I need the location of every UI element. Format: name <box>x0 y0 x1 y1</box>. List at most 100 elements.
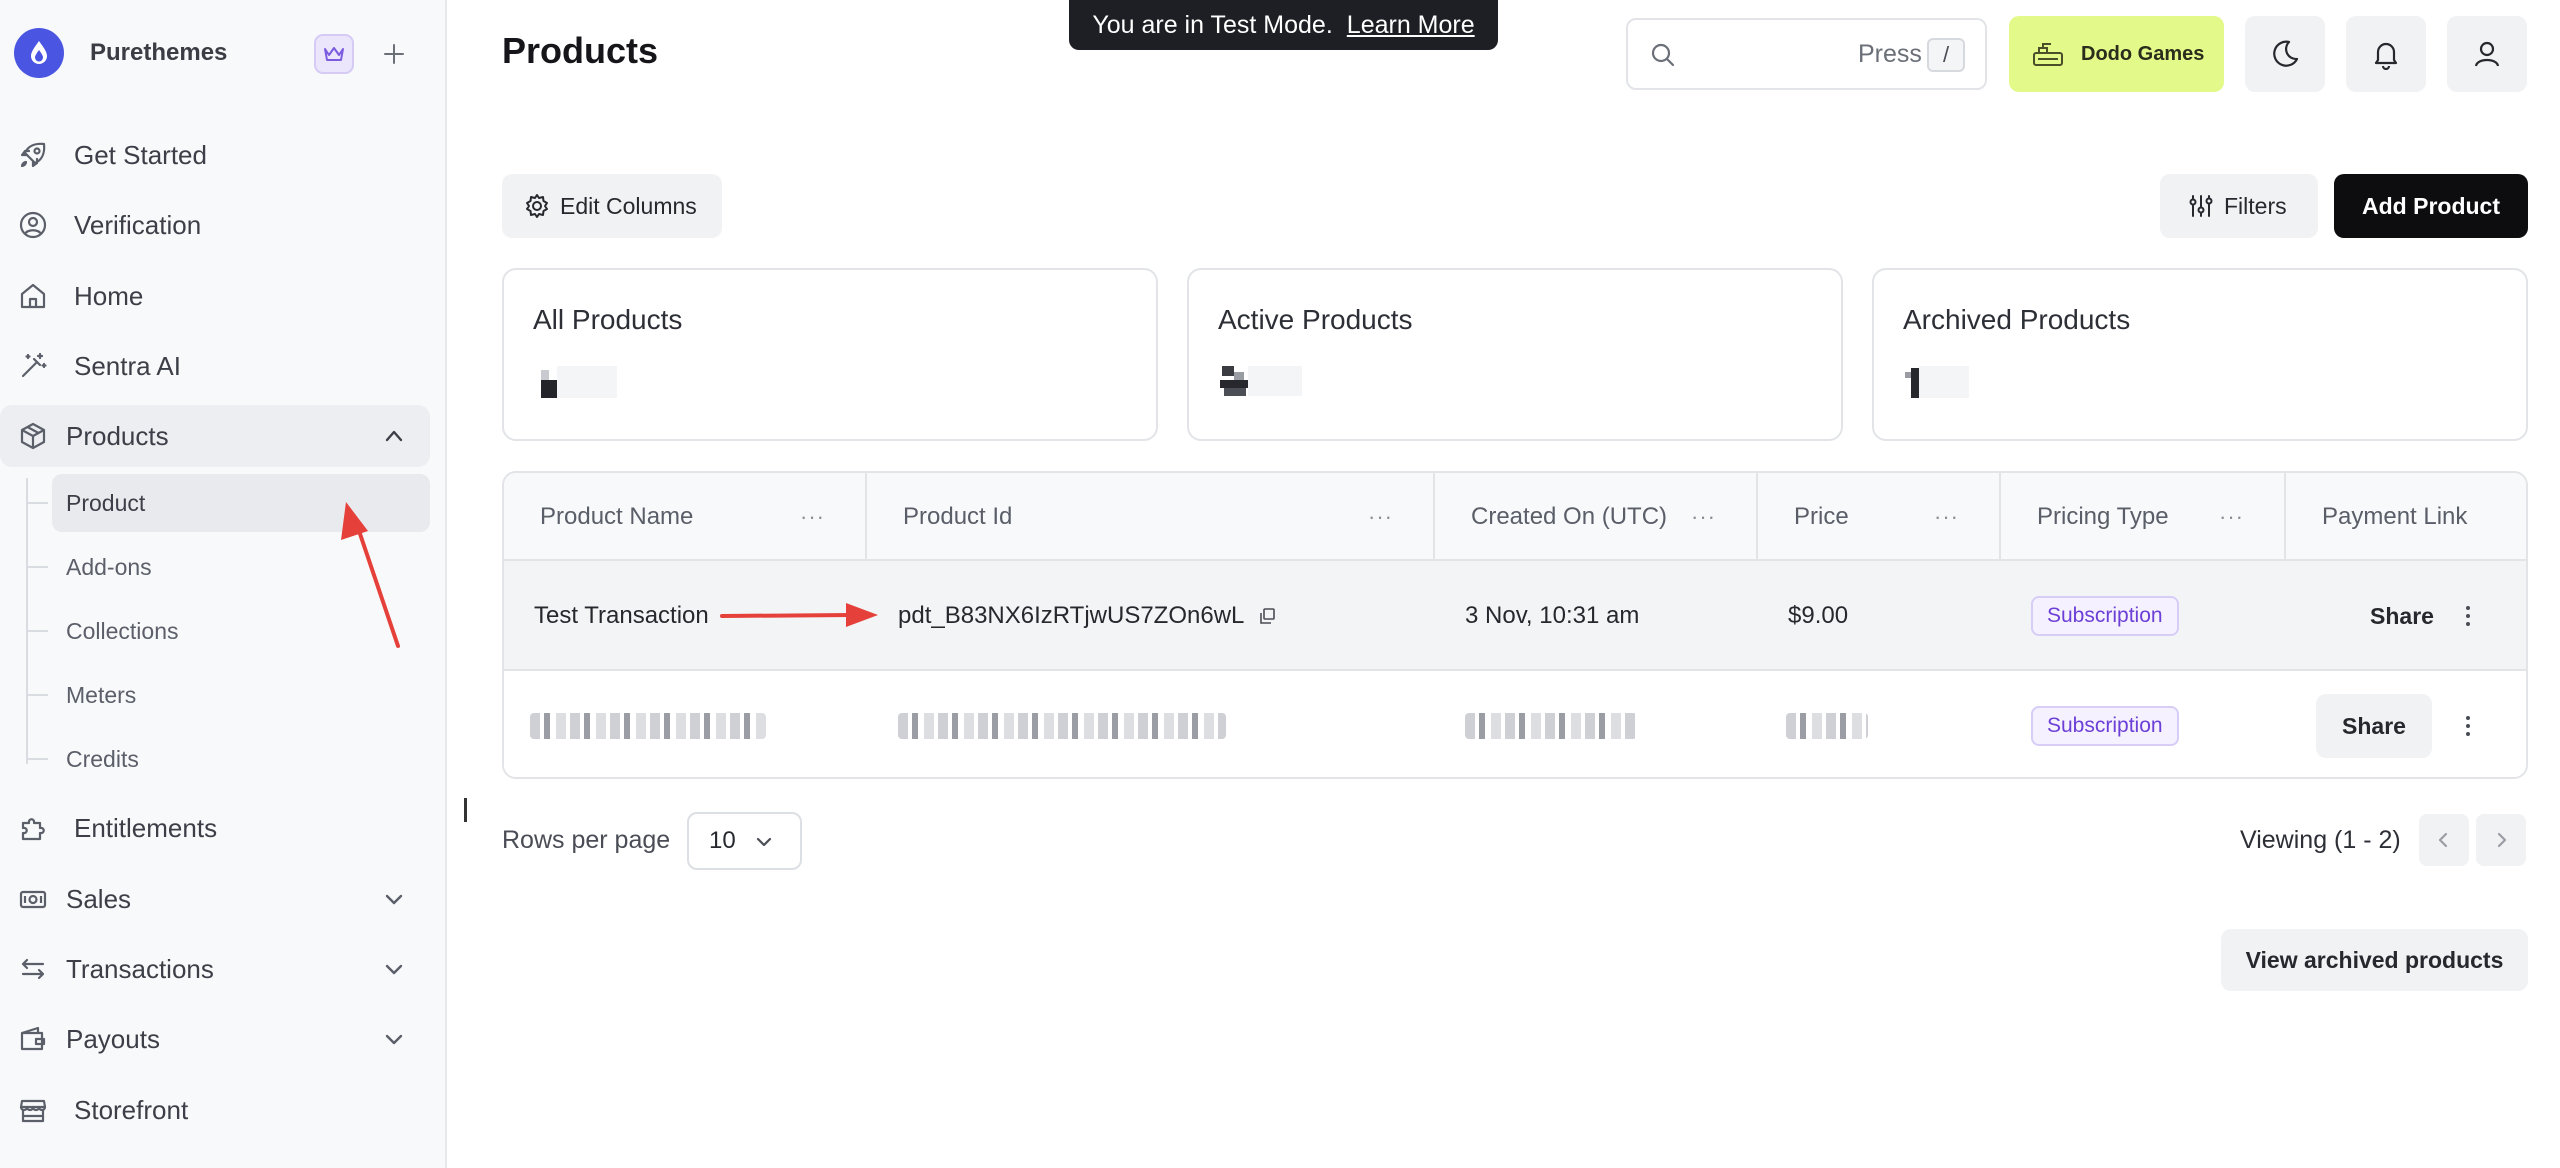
sidebar-item-get-started[interactable]: Get Started <box>0 124 430 186</box>
row-actions-icon[interactable] <box>2464 561 2472 671</box>
add-product-button[interactable]: Add Product <box>2334 174 2528 238</box>
column-header-price[interactable]: Price ··· <box>1758 473 2001 561</box>
summary-card-value-redacted <box>533 362 633 400</box>
sidebar-item-label: Get Started <box>74 139 207 170</box>
submenu-tick <box>26 694 48 696</box>
sidebar-subitem-label: Credits <box>66 745 139 772</box>
profile-button[interactable] <box>2447 16 2527 92</box>
workspace-switcher[interactable]: Purethemes <box>14 28 434 78</box>
column-header-created-on[interactable]: Created On (UTC) ··· <box>1435 473 1758 561</box>
share-label: Share <box>2370 602 2434 629</box>
sidebar-item-sentra-ai[interactable]: Sentra AI <box>0 335 430 397</box>
submenu-tick <box>26 566 48 568</box>
crown-icon[interactable] <box>314 34 354 74</box>
summary-card-active-products[interactable]: Active Products <box>1187 268 1843 441</box>
search-icon <box>1648 40 1678 70</box>
column-header-pricing-type[interactable]: Pricing Type ··· <box>2001 473 2286 561</box>
sidebar-item-storefront[interactable]: Storefront <box>0 1079 430 1141</box>
summary-card-all-products[interactable]: All Products <box>502 268 1158 441</box>
table-header: Product Name ··· Product Id ··· Created … <box>504 473 2526 561</box>
sidebar-item-label: Home <box>74 280 144 311</box>
summary-card-value-redacted <box>1903 362 2003 400</box>
edit-columns-button[interactable]: Edit Columns <box>502 174 722 238</box>
money-icon <box>16 882 50 916</box>
search-shortcut-key: / <box>1927 38 1965 72</box>
pagination-status: Viewing (1 - 2) <box>2240 826 2401 854</box>
sidebar-item-home[interactable]: Home <box>0 265 430 327</box>
theme-toggle-button[interactable] <box>2245 16 2325 92</box>
workspace-name: Purethemes <box>90 39 228 66</box>
sidebar-item-entitlements[interactable]: Entitlements <box>0 797 430 859</box>
sidebar-subitem-label: Meters <box>66 681 137 708</box>
table-row[interactable]: Test Transaction pdt_B83NX6IzRTjwUS7ZOn6… <box>504 561 2526 671</box>
sidebar-subitem-label: Product <box>66 489 146 516</box>
share-button[interactable]: Share <box>2316 694 2432 758</box>
sidebar-item-products[interactable]: Products <box>0 405 430 467</box>
store-icon <box>16 1093 50 1127</box>
chevron-down-icon[interactable] <box>380 885 408 913</box>
chevron-down-icon[interactable] <box>380 955 408 983</box>
column-header-product-name[interactable]: Product Name ··· <box>504 473 867 561</box>
copy-icon[interactable] <box>1258 607 1276 625</box>
chevron-up-icon[interactable] <box>380 422 408 450</box>
status-badge: Subscription <box>2031 706 2179 746</box>
test-mode-banner: You are in Test Mode. Learn More <box>1069 0 1498 50</box>
chevron-down-icon <box>754 832 774 852</box>
sidebar-item-label: Storefront <box>74 1094 189 1125</box>
product-name-cell: Test Transaction <box>534 602 709 629</box>
filters-button[interactable]: Filters <box>2160 174 2318 238</box>
row-actions-icon[interactable] <box>2464 671 2472 777</box>
sidebar-item-sales[interactable]: Sales <box>0 868 430 930</box>
chevron-down-icon[interactable] <box>380 1025 408 1053</box>
sidebar-item-label: Products <box>66 420 169 451</box>
column-menu-icon[interactable]: ··· <box>800 504 825 530</box>
status-badge: Subscription <box>2031 596 2179 636</box>
sidebar-item-label: Entitlements <box>74 812 218 843</box>
user-circle-icon <box>16 208 50 242</box>
column-header-label: Product Id <box>903 503 1013 530</box>
sidebar-subitem-meters[interactable]: Meters <box>26 666 430 724</box>
next-page-button[interactable] <box>2476 814 2526 866</box>
pricing-type-cell: Subscription <box>2031 561 2179 671</box>
column-header-label: Created On (UTC) <box>1471 503 1668 530</box>
sidebar-subitem-label: Collections <box>66 617 179 644</box>
column-header-product-id[interactable]: Product Id ··· <box>867 473 1435 561</box>
learn-more-link[interactable]: Learn More <box>1347 11 1475 40</box>
sidebar-subitem-add-ons[interactable]: Add-ons <box>26 538 430 596</box>
sidebar-subitem-credits[interactable]: Credits <box>26 730 430 788</box>
sidebar-item-label: Verification <box>74 209 202 240</box>
summary-card-title: All Products <box>533 304 683 335</box>
rows-per-page-select[interactable]: 10 <box>687 812 802 870</box>
submenu-tick <box>26 758 48 760</box>
plus-icon[interactable] <box>374 34 414 74</box>
sidebar: Purethemes Get Started Verification Home… <box>0 0 447 1168</box>
sidebar-item-payouts[interactable]: Payouts <box>0 1008 430 1070</box>
sidebar-subitem-product[interactable]: Product <box>26 474 430 532</box>
share-label: Share <box>2342 712 2406 739</box>
notifications-button[interactable] <box>2346 16 2426 92</box>
share-button[interactable]: Share <box>2344 584 2460 648</box>
summary-card-title: Active Products <box>1218 304 1413 335</box>
previous-page-button[interactable] <box>2419 814 2469 866</box>
box-icon <box>16 419 50 453</box>
edit-columns-label: Edit Columns <box>560 192 697 219</box>
bell-icon <box>2370 38 2402 70</box>
column-menu-icon[interactable]: ··· <box>2219 504 2244 530</box>
column-menu-icon[interactable]: ··· <box>1691 504 1716 530</box>
product-id-cell: pdt_B83NX6IzRTjwUS7ZOn6wL <box>898 561 1276 671</box>
column-menu-icon[interactable]: ··· <box>1934 504 1959 530</box>
sidebar-item-transactions[interactable]: Transactions <box>0 938 430 1000</box>
moon-icon <box>2269 38 2301 70</box>
search-input[interactable]: Press / <box>1626 18 1987 90</box>
view-archived-products-button[interactable]: View archived products <box>2221 929 2528 991</box>
sidebar-subitem-collections[interactable]: Collections <box>26 602 430 660</box>
arrows-swap-icon <box>16 952 50 986</box>
pricing-type-cell: Subscription <box>2031 671 2179 777</box>
table-row[interactable]: Subscription Share <box>504 671 2526 777</box>
business-switcher[interactable]: Dodo Games <box>2009 16 2224 92</box>
sidebar-item-verification[interactable]: Verification <box>0 194 430 256</box>
rows-per-page-value: 10 <box>709 827 736 854</box>
payment-link-cell: Share <box>2316 671 2432 777</box>
column-menu-icon[interactable]: ··· <box>1368 504 1393 530</box>
summary-card-archived-products[interactable]: Archived Products <box>1872 268 2528 441</box>
